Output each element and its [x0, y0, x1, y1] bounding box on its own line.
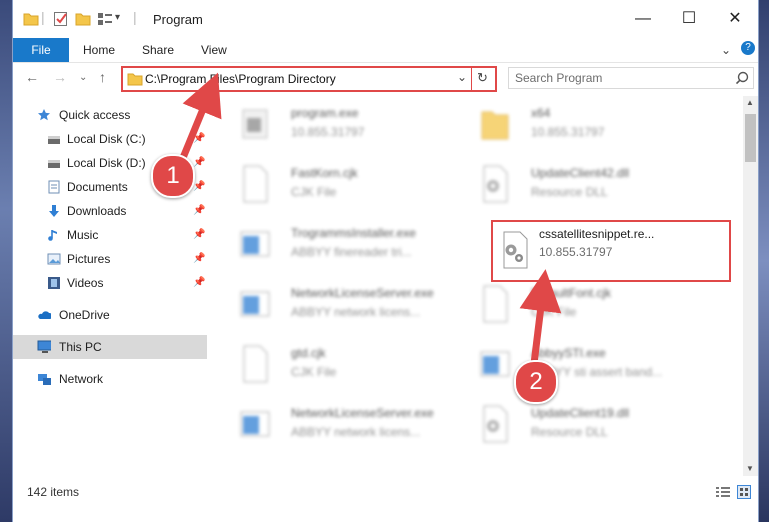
annotation-arrows	[174, 72, 562, 373]
annotation-marker-2: 2	[514, 360, 558, 404]
annotation-marker-1: 1	[151, 154, 195, 198]
